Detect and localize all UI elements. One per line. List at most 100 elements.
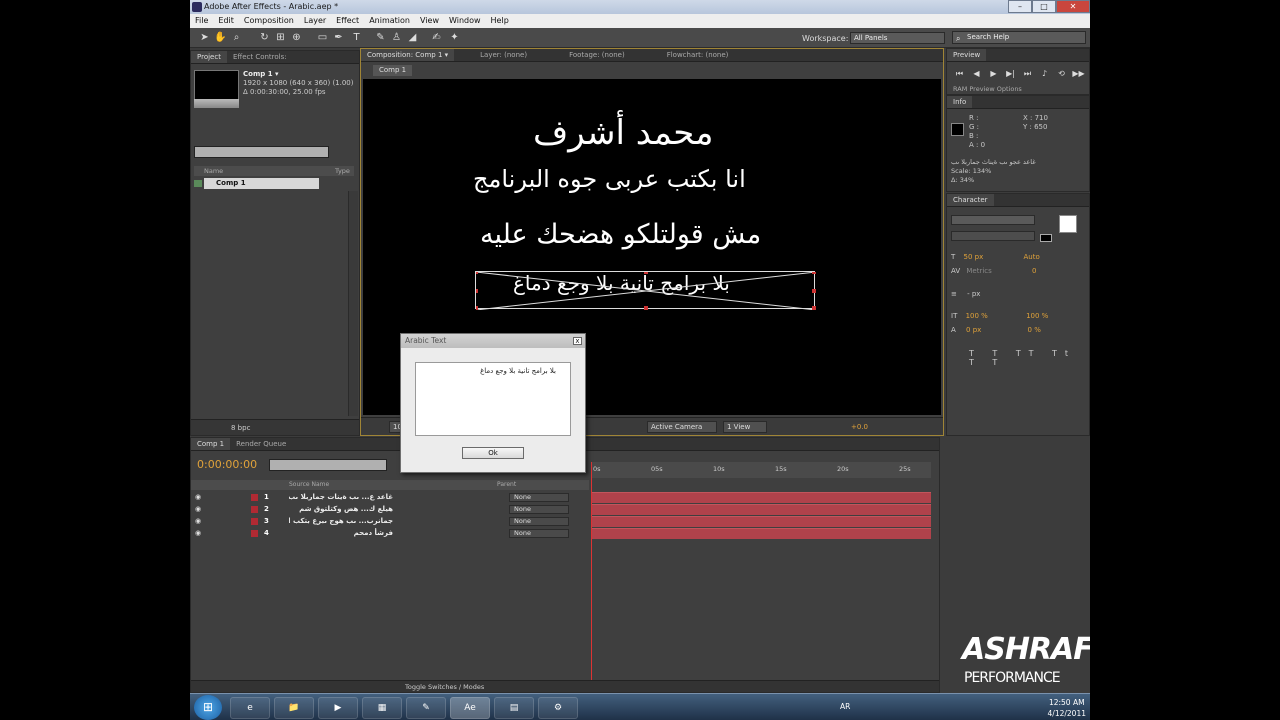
search-help-input[interactable]: ⌕ Search Help (952, 31, 1086, 44)
view-layout-select[interactable]: 1 View (723, 421, 767, 433)
layer-name[interactable]: غاعد ع... ىب ةينات جماربلا ىب (289, 492, 393, 503)
layer-row[interactable]: ◉ 4 فرشأ دمحم None (191, 528, 589, 539)
stroke-width-value[interactable]: - px (967, 290, 980, 298)
bpc-label[interactable]: 8 bpc (231, 424, 250, 432)
tab-flowchart[interactable]: Flowchart: (none) (661, 49, 735, 61)
rectangle-tool-icon[interactable]: ▭ (316, 31, 329, 44)
tsume-value[interactable]: 0 % (1028, 326, 1041, 334)
font-size-value[interactable]: 50 px (964, 253, 984, 261)
tab-layer[interactable]: Layer: (none) (474, 49, 533, 61)
pan-behind-tool-icon[interactable]: ⊕ (290, 31, 303, 44)
current-time[interactable]: 0:00:00:00 (197, 458, 257, 471)
audio-icon[interactable]: ♪ (1038, 68, 1051, 79)
menu-view[interactable]: View (415, 14, 444, 28)
font-family-select[interactable] (951, 215, 1035, 225)
menu-animation[interactable]: Animation (364, 14, 415, 28)
visibility-eye-icon[interactable]: ◉ (195, 504, 201, 515)
brush-tool-icon[interactable]: ✎ (374, 31, 387, 44)
fill-color-swatch[interactable] (1059, 215, 1077, 233)
taskbar-firefox[interactable]: e (230, 697, 270, 719)
exposure-value[interactable]: +0.0 (851, 418, 868, 436)
time-ruler[interactable]: 0s 05s 10s 15s 20s 25s (591, 462, 931, 478)
taskbar-app-5[interactable]: ✎ (406, 697, 446, 719)
parent-select[interactable]: None (509, 505, 569, 514)
vertical-scale-value[interactable]: 100 % (966, 312, 988, 320)
leading-value[interactable]: Auto (1023, 253, 1039, 261)
label-color-icon[interactable] (251, 494, 258, 501)
col-type[interactable]: Type (335, 166, 350, 176)
comp-breadcrumb[interactable]: Comp 1 (373, 65, 413, 76)
taskbar-app-4[interactable]: ▦ (362, 697, 402, 719)
current-time-indicator[interactable] (591, 462, 592, 682)
layer-duration-bar[interactable] (591, 492, 931, 503)
workspace-select[interactable]: All Panels (850, 32, 945, 44)
tracking-value[interactable]: 0 (1032, 267, 1036, 275)
text-style-buttons[interactable]: T T TT Tt T T (969, 349, 1089, 367)
visibility-eye-icon[interactable]: ◉ (195, 528, 201, 539)
baseline-value[interactable]: 0 px (966, 326, 981, 334)
parent-select[interactable]: None (509, 517, 569, 526)
taskbar-app-7[interactable]: ▤ (494, 697, 534, 719)
layer-name[interactable]: جمانرب... ىب هوج ىبرع بتكب انا (289, 516, 393, 527)
label-color-icon[interactable] (251, 530, 258, 537)
roto-brush-tool-icon[interactable]: ✍ (430, 31, 443, 44)
tab-info[interactable]: Info (947, 96, 973, 108)
layer-row[interactable]: ◉ 3 جمانرب... ىب هوج ىبرع بتكب انا None (191, 516, 589, 527)
next-frame-icon[interactable]: ▶| (1004, 68, 1017, 79)
toggle-switches-modes[interactable]: Toggle Switches / Modes (405, 681, 484, 693)
arabic-text-input[interactable]: بلا برامج تانية بلا وجع دماغ (415, 362, 571, 436)
prev-frame-icon[interactable]: ◀ (970, 68, 983, 79)
zoom-tool-icon[interactable]: ⌕ (230, 31, 243, 44)
maximize-button[interactable]: □ (1032, 0, 1056, 13)
layer-row[interactable]: ◉ 1 غاعد ع... ىب ةينات جماربلا ىب None (191, 492, 589, 503)
layer-duration-bar[interactable] (591, 504, 931, 515)
play-icon[interactable]: ▶ (987, 68, 1000, 79)
kerning-value[interactable]: Metrics (966, 267, 991, 275)
start-button[interactable]: ⊞ (194, 695, 222, 720)
tab-preview[interactable]: Preview (947, 49, 987, 61)
menu-file[interactable]: File (190, 14, 213, 28)
hand-tool-icon[interactable]: ✋ (214, 31, 227, 44)
taskbar-explorer[interactable]: 📁 (274, 697, 314, 719)
layer-duration-bar[interactable] (591, 528, 931, 539)
stroke-color-swatch[interactable] (1040, 234, 1052, 242)
type-tool-icon[interactable]: T (350, 31, 363, 44)
ram-preview-icon[interactable]: ▶▶ (1072, 68, 1085, 79)
close-button[interactable]: ✕ (1056, 0, 1090, 13)
horizontal-scale-value[interactable]: 100 % (1026, 312, 1048, 320)
minimize-button[interactable]: – (1008, 0, 1032, 13)
menu-layer[interactable]: Layer (299, 14, 331, 28)
layer-row[interactable]: ◉ 2 هيلع ك... هض وكتلتوق شم None (191, 504, 589, 515)
col-parent[interactable]: Parent (497, 480, 516, 490)
project-item-comp1[interactable]: Comp 1 (194, 178, 354, 189)
camera-tool-icon[interactable]: ⊞ (274, 31, 287, 44)
menu-effect[interactable]: Effect (331, 14, 364, 28)
system-clock[interactable]: 12:50 AM 4/12/2011 (1048, 697, 1086, 719)
taskbar-after-effects[interactable]: Ae (450, 697, 490, 719)
taskbar-app-8[interactable]: ⚙ (538, 697, 578, 719)
puppet-pin-tool-icon[interactable]: ✦ (448, 31, 461, 44)
tab-effect-controls[interactable]: Effect Controls: (227, 51, 293, 63)
layer-name[interactable]: فرشأ دمحم (289, 528, 393, 539)
menu-composition[interactable]: Composition (239, 14, 299, 28)
tab-character[interactable]: Character (947, 194, 994, 206)
tab-comp1[interactable]: Comp 1 (191, 438, 231, 450)
tab-footage[interactable]: Footage: (none) (563, 49, 631, 61)
tab-render-queue[interactable]: Render Queue (230, 438, 292, 450)
parent-select[interactable]: None (509, 493, 569, 502)
visibility-eye-icon[interactable]: ◉ (195, 516, 201, 527)
layer-name[interactable]: هيلع ك... هض وكتلتوق شم (289, 504, 393, 515)
font-style-select[interactable] (951, 231, 1035, 241)
label-color-icon[interactable] (251, 506, 258, 513)
last-frame-icon[interactable]: ⏭ (1021, 68, 1034, 79)
camera-select[interactable]: Active Camera (647, 421, 717, 433)
tab-composition[interactable]: Composition: Comp 1 ▾ (361, 49, 455, 61)
rotate-tool-icon[interactable]: ↻ (258, 31, 271, 44)
loop-icon[interactable]: ⟲ (1055, 68, 1068, 79)
col-name[interactable]: Name (204, 166, 223, 176)
language-indicator[interactable]: AR (840, 702, 850, 711)
label-color-icon[interactable] (251, 518, 258, 525)
clone-stamp-tool-icon[interactable]: ♙ (390, 31, 403, 44)
ok-button[interactable]: Ok (462, 447, 524, 459)
menu-help[interactable]: Help (486, 14, 514, 28)
